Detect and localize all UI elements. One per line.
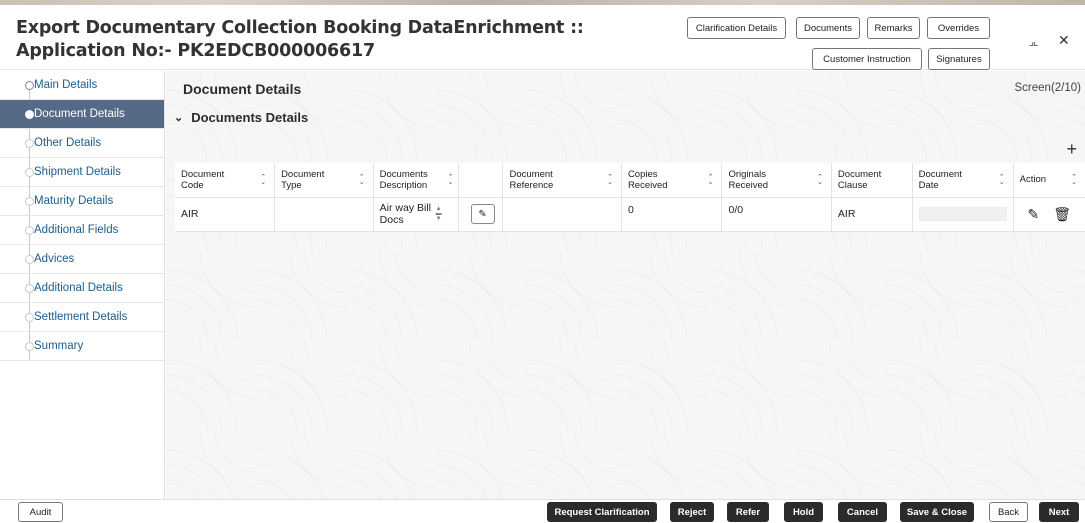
table-header-row: Document Code ⌃ ⌄ Document Type ⌃ ⌄ Document…: [175, 163, 1085, 198]
step-current-icon: [25, 110, 34, 119]
action-cell: ✎ 🗑: [1013, 197, 1085, 232]
main-content: Document Details Screen(2/10) ⌄ Document…: [166, 71, 1085, 499]
step-pending-icon: [25, 255, 34, 264]
signatures-button[interactable]: Signatures: [928, 48, 990, 70]
remarks-button[interactable]: Remarks: [867, 17, 920, 39]
sort-icon: ⌃ ⌄: [707, 174, 714, 186]
sidebar-item-document-details[interactable]: Document Details: [0, 100, 164, 129]
chevron-down-icon: ⌄: [174, 112, 184, 124]
sidebar-item-shipment-details[interactable]: Shipment Details: [0, 158, 164, 187]
collapse-icon[interactable]: ⌟⌞: [1029, 35, 1038, 48]
step-pending-icon: [25, 139, 34, 148]
sidebar-item-label: Summary: [34, 340, 84, 352]
step-pending-icon: [25, 197, 34, 206]
column-header[interactable]: Originals Received ⌃ ⌄: [721, 163, 832, 198]
sidebar-item-maturity-details[interactable]: Maturity Details: [0, 187, 164, 216]
column-header[interactable]: Document Reference ⌃ ⌄: [502, 163, 622, 198]
back-button[interactable]: Back: [989, 502, 1028, 522]
sidebar-item-main-details[interactable]: Main Details: [0, 71, 164, 100]
hold-button[interactable]: Hold: [784, 502, 823, 522]
document-date-input[interactable]: [918, 207, 1007, 221]
add-row-icon[interactable]: +: [1066, 139, 1077, 160]
description-text: Air way Bill Docs: [379, 202, 431, 226]
documents-details-toggle[interactable]: ⌄ Documents Details: [174, 110, 308, 125]
close-icon[interactable]: ✕: [1058, 32, 1070, 49]
sidebar-item-label: Advices: [34, 253, 75, 265]
sidebar-item-label: Document Details: [34, 108, 125, 120]
sidebar-item-label: Shipment Details: [34, 166, 121, 178]
column-header[interactable]: Documents Description ⌃ ⌄: [373, 163, 459, 198]
column-header: Document Clause: [831, 163, 913, 198]
request-clarification-button[interactable]: Request Clarification: [547, 502, 657, 522]
sidebar-item-label: Maturity Details: [34, 195, 114, 207]
step-pending-icon: [25, 168, 34, 177]
sidebar-item-other-details[interactable]: Other Details: [0, 129, 164, 158]
documents-description-cell[interactable]: Air way Bill Docs ▲ ▬ ▼: [373, 197, 459, 232]
sidebar-item-additional-fields[interactable]: Additional Fields: [0, 216, 164, 245]
page-header: Export Documentary Collection Booking Da…: [0, 5, 1085, 70]
document-reference-cell: [502, 197, 622, 232]
column-header[interactable]: Action ⌃ ⌄: [1013, 163, 1085, 198]
sidebar-item-label: Additional Fields: [34, 224, 119, 236]
documents-button[interactable]: Documents: [796, 17, 860, 39]
column-header: [458, 163, 504, 198]
copies-received-cell: 0: [621, 197, 723, 232]
step-pending-icon: [25, 313, 34, 322]
step-done-icon: [25, 81, 34, 90]
column-header[interactable]: Document Date ⌃ ⌄: [912, 163, 1014, 198]
document-code-cell: AIR: [175, 197, 276, 232]
page-title: Export Documentary Collection Booking Da…: [16, 18, 584, 61]
documents-table: Document Code ⌃ ⌄ Document Type ⌃ ⌄ Document…: [175, 163, 1085, 232]
step-pending-icon: [25, 226, 34, 235]
edit-description-cell: ✎: [458, 197, 504, 232]
sort-icon: ⌃ ⌄: [607, 174, 613, 186]
sort-icon: ⌃ ⌄: [260, 174, 267, 186]
table-row: AIR Air way Bill Docs ▲▬▼ ✎ 0 0/0 AIR: [175, 197, 1085, 232]
audit-button[interactable]: Audit: [18, 502, 63, 522]
sidebar-nav: Main Details Document Details Other Deta…: [0, 71, 165, 499]
edit-square-icon: ✎: [478, 208, 487, 220]
save-close-button[interactable]: Save & Close: [900, 502, 974, 522]
section-title: Document Details: [183, 81, 302, 97]
step-pending-icon: [25, 284, 34, 293]
document-date-cell[interactable]: [912, 197, 1014, 232]
column-header[interactable]: Document Type ⌃ ⌄: [274, 163, 374, 198]
delete-trash-icon[interactable]: 🗑: [1053, 206, 1071, 223]
originals-received-cell: 0/0: [721, 197, 832, 232]
column-header[interactable]: Copies Received ⌃ ⌄: [621, 163, 723, 198]
document-type-cell: [274, 197, 374, 232]
next-button[interactable]: Next: [1039, 502, 1079, 522]
sidebar-item-settlement-details[interactable]: Settlement Details: [0, 303, 164, 332]
subsection-title: Documents Details: [191, 110, 309, 125]
sidebar-item-additional-details[interactable]: Additional Details: [0, 274, 164, 303]
customer-instruction-button[interactable]: Customer Instruction: [812, 48, 922, 70]
sidebar-item-summary[interactable]: Summary: [0, 332, 164, 361]
sidebar-item-label: Other Details: [34, 137, 102, 149]
cancel-button[interactable]: Cancel: [838, 502, 887, 522]
edit-description-button[interactable]: ✎: [470, 204, 495, 224]
sidebar-item-label: Additional Details: [34, 282, 123, 294]
screen-indicator: Screen(2/10): [1014, 82, 1081, 94]
sidebar-item-advices[interactable]: Advices: [0, 245, 164, 274]
stepper-icon[interactable]: ▲ ▬ ▼: [436, 206, 442, 222]
sidebar-item-label: Settlement Details: [34, 311, 128, 323]
sort-icon: ⌃ ⌄: [447, 174, 454, 186]
clarification-details-button[interactable]: Clarification Details: [687, 17, 786, 39]
sort-icon: ⌃ ⌄: [817, 174, 823, 186]
step-pending-icon: [25, 342, 34, 351]
refer-button[interactable]: Refer: [727, 502, 769, 522]
edit-pencil-icon[interactable]: ✎: [1028, 206, 1040, 223]
document-clause-link[interactable]: AIR: [831, 197, 913, 232]
sort-icon: ⌃ ⌄: [358, 174, 365, 186]
column-header[interactable]: Document Code ⌃ ⌄: [175, 163, 276, 198]
sort-icon: ⌃ ⌄: [998, 174, 1005, 186]
overrides-button[interactable]: Overrides: [927, 17, 990, 39]
footer-bar: Audit Request Clarification Reject Refer…: [0, 499, 1085, 523]
reject-button[interactable]: Reject: [670, 502, 714, 522]
sidebar-item-label: Main Details: [34, 79, 98, 91]
sort-icon: ⌃ ⌄: [1071, 174, 1077, 186]
